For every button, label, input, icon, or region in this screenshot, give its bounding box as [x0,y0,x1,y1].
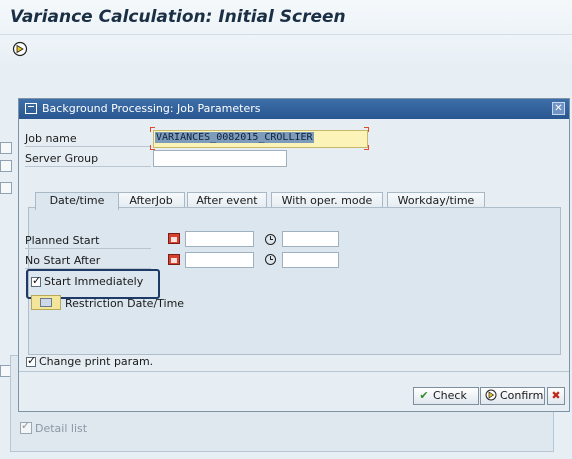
required-marker [364,127,369,132]
dialog-footer-divider [19,371,569,372]
planned-start-date-input[interactable] [185,231,254,247]
confirm-button-label: Confirm [500,389,544,402]
checkmark-icon: ✔ [419,389,429,402]
confirm-button[interactable]: Confirm [480,387,545,405]
close-icon[interactable]: ✕ [552,102,565,115]
required-marker [150,127,155,132]
server-group-label: Server Group [25,152,99,165]
job-name-input[interactable]: VARIANCES_0082015_CROLLIER [153,130,368,148]
restriction-date-time-button[interactable] [31,295,61,310]
no-start-after-date-input[interactable] [185,252,254,268]
start-immediately-checkbox[interactable] [31,274,41,287]
confirm-icon [484,388,498,404]
window-icon [25,103,37,114]
detail-list-checkbox [20,419,32,434]
calendar-icon[interactable] [168,254,180,265]
job-parameters-dialog: Background Processing: Job Parameters ✕ … [18,98,570,412]
job-name-label: Job name [25,132,77,145]
detail-list-option: Detail list [20,419,88,435]
no-start-after-label: No Start After [25,254,101,267]
clock-icon[interactable] [265,234,276,245]
clock-icon[interactable] [265,254,276,265]
execute-icon[interactable] [12,41,28,57]
restriction-date-time-label: Restriction Date/Time [65,297,185,310]
label-underline [25,166,151,167]
planned-start-time-input[interactable] [282,231,339,247]
start-immediately-label: Start Immediately [44,275,144,288]
label-underline [25,146,151,147]
change-print-label: Change print param. [39,355,154,368]
dialog-title: Background Processing: Job Parameters [42,102,261,115]
change-print-checkbox[interactable] [26,354,36,367]
no-start-after-time-input[interactable] [282,252,339,268]
tab-date-time[interactable]: Date/time [35,192,119,210]
server-group-input[interactable] [153,150,287,167]
required-marker [364,145,369,150]
title-separator [0,34,572,35]
background-checkbox [0,160,12,172]
background-checkbox [0,142,12,154]
dialog-titlebar[interactable]: Background Processing: Job Parameters ✕ [19,99,569,119]
planned-start-label: Planned Start [25,234,100,247]
job-name-value: VARIANCES_0082015_CROLLIER [155,132,314,143]
calendar-icon[interactable] [168,233,180,244]
detail-list-label: Detail list [35,422,88,435]
cancel-icon: ✖ [551,389,561,402]
cancel-button[interactable]: ✖ [547,387,565,405]
page-title: Variance Calculation: Initial Screen [10,7,346,27]
background-left-controls [0,120,12,380]
check-button-label: Check [433,389,467,402]
label-underline [25,248,151,249]
background-checkbox [0,182,12,194]
check-button[interactable]: ✔ Check [413,387,479,405]
